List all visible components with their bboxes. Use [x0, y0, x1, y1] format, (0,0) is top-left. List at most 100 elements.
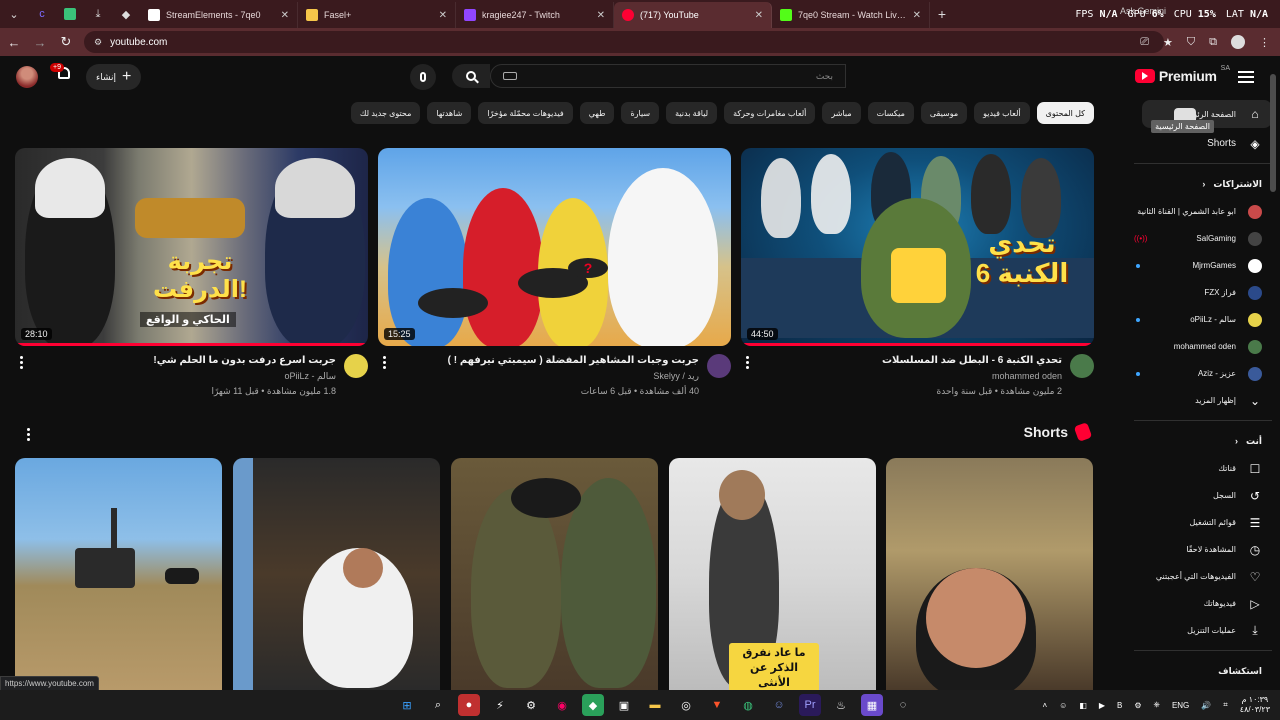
reload-icon[interactable]: ↻ [54, 30, 78, 54]
channel-avatar[interactable] [707, 354, 731, 378]
forward-arrow-icon[interactable]: → [28, 30, 52, 54]
pinned-tab-1[interactable]: c [28, 0, 56, 28]
sidebar-item-watch-later[interactable]: ◷ المشاهدة لاحقًا [1122, 536, 1272, 563]
tab-twitch[interactable]: kragiee247 - Twitch ✕ [456, 2, 614, 28]
chip[interactable]: سيارة [621, 102, 660, 124]
pinned-tab-4[interactable]: ◆ [112, 0, 140, 28]
close-icon[interactable]: ✕ [439, 10, 447, 21]
more-actions-icon[interactable] [745, 356, 749, 371]
tray-play-icon[interactable]: ▶ [1099, 701, 1105, 710]
app-circle-icon[interactable]: ◌ [892, 694, 914, 716]
sidebar-item-history[interactable]: ↺ السجل [1122, 482, 1272, 509]
tray-discord-icon[interactable]: ☺ [1059, 701, 1067, 710]
keyboard-icon[interactable] [503, 72, 517, 80]
sidebar-item-playlists[interactable]: ☰ قوائم التشغيل [1122, 509, 1272, 536]
close-icon[interactable]: ✕ [281, 10, 289, 21]
page-scrollbar[interactable] [1270, 66, 1278, 686]
tray-lock-icon[interactable]: ⎈ [1154, 700, 1160, 710]
windows-start-icon[interactable]: ⊞ [396, 694, 418, 716]
image-app-icon[interactable]: ▣ [613, 694, 635, 716]
sidebar-subscription[interactable]: فراز FZX [1122, 279, 1272, 306]
pinned-tab-2[interactable] [56, 0, 84, 28]
steam-icon[interactable]: ♨ [830, 694, 852, 716]
short-card[interactable] [886, 458, 1093, 690]
chip[interactable]: لياقة بدنية [666, 102, 718, 124]
sidebar-item-your-videos[interactable]: ▷ فيديوهاتك [1122, 590, 1272, 617]
discord-icon[interactable]: ☺ [768, 694, 790, 716]
chip[interactable]: ميكسات [867, 102, 914, 124]
tab-streamelements[interactable]: StreamElements - 7qe0 ✕ [140, 2, 298, 28]
sidebar-subscription[interactable]: SalGaming ((•)) [1122, 225, 1272, 252]
short-card[interactable] [451, 458, 658, 690]
notifications-bell-icon[interactable]: +9 [50, 63, 72, 85]
video-card[interactable]: تجربة الدرفت! الحاكي و الواقع 28:10 جربت… [15, 148, 368, 414]
extensions-icon[interactable]: ⧉ [1209, 36, 1217, 49]
tab-kick[interactable]: 7qe0 Stream - Watch Live on Kick ✕ [772, 2, 930, 28]
chip[interactable]: محتوى جديد لك [350, 102, 421, 124]
channel-name[interactable]: mohammed oden [992, 371, 1062, 381]
video-thumbnail[interactable]: تحدي الكنبة 6 44:50 [741, 148, 1094, 346]
chevron-up-icon[interactable]: ˄ [1042, 701, 1047, 710]
shorts-more-icon[interactable] [27, 428, 31, 443]
chip[interactable]: طهي [579, 102, 615, 124]
create-button[interactable]: إنشاء + [86, 64, 142, 90]
video-thumbnail[interactable]: ? 15:25 [378, 148, 731, 346]
short-card[interactable] [15, 458, 222, 690]
lightning-icon[interactable]: ⚡ [489, 694, 511, 716]
sidebar-item-shorts[interactable]: ◈ Shorts [1122, 130, 1272, 157]
search-input[interactable]: بحث [490, 64, 846, 88]
voice-search-button[interactable] [410, 64, 436, 90]
video-title[interactable]: جربت اسرع درفت بدون ما الحلم شي! [36, 354, 336, 368]
chip[interactable]: مباشر [822, 102, 861, 124]
scrollbar-thumb[interactable] [1270, 74, 1276, 192]
premiere-icon[interactable]: Pr [799, 694, 821, 716]
app-green-icon[interactable]: ◆ [582, 694, 604, 716]
channel-avatar[interactable] [1070, 354, 1094, 378]
language-indicator[interactable]: ENG [1172, 701, 1189, 710]
more-actions-icon[interactable] [382, 356, 386, 371]
sidebar-subscription[interactable]: سالم - oPiiLz [1122, 306, 1272, 333]
shield-icon[interactable]: ⛉ [1187, 36, 1195, 49]
site-info-icon[interactable]: ⚙ [94, 37, 102, 48]
close-icon[interactable]: ✕ [755, 10, 763, 21]
chip[interactable]: شاهدتها [427, 102, 472, 124]
video-thumbnail[interactable]: تجربة الدرفت! الحاكي و الواقع 28:10 [15, 148, 368, 346]
steam-overlay-icon[interactable]: ◎ [675, 694, 697, 716]
youtube-premium-logo[interactable]: Premium SA [1134, 65, 1230, 84]
video-card[interactable]: ? 15:25 جربت وجبات المشاهير المفضلة ( سي… [378, 148, 731, 414]
url-field[interactable]: ⚙ youtube.com [84, 31, 1164, 53]
tray-app-icon[interactable]: ◧ [1079, 701, 1087, 710]
video-title[interactable]: جربت وجبات المشاهير المفضلة ( سيمبتي نير… [399, 354, 699, 368]
hamburger-menu-icon[interactable] [1238, 68, 1254, 84]
sidebar-item-like[interactable]: ♡ الفيديوهات التي أعجبتني [1122, 563, 1272, 590]
tray-settings-icon[interactable]: ⚙ [1134, 701, 1141, 710]
sidebar-subscription[interactable]: عزيز - Aziz [1122, 360, 1272, 387]
bookmark-star-icon[interactable]: ★ [1163, 36, 1173, 49]
search-icon[interactable]: ⌕ [427, 694, 449, 716]
chip[interactable]: كل المحتوى [1036, 102, 1094, 124]
settings-icon[interactable]: ⚙ [520, 694, 542, 716]
sidebar-subscription[interactable]: ابو عابد الشمري | القناة الثانية [1122, 198, 1272, 225]
close-icon[interactable]: ✕ [597, 10, 605, 21]
chip[interactable]: ألعاب مغامرات وحركة [724, 102, 816, 124]
grid-app-icon[interactable]: ▦ [861, 694, 883, 716]
volume-icon[interactable]: 🔊 [1201, 701, 1211, 710]
tray-bold-icon[interactable]: B [1117, 701, 1122, 710]
obs-icon[interactable]: ● [458, 694, 480, 716]
search-button[interactable] [452, 64, 490, 88]
chip[interactable]: فيديوهات محمّلة مؤخرًا [478, 102, 573, 124]
sidebar-subscription[interactable]: MjrmGames [1122, 252, 1272, 279]
channel-avatar[interactable] [344, 354, 368, 378]
short-card[interactable] [233, 458, 440, 690]
sidebar-item-channel[interactable]: ☐ قناتك [1122, 455, 1272, 482]
clock[interactable]: ١٠:٣٩ م ٤٨/٠٣/٢٣ [1240, 695, 1270, 715]
you-heading[interactable]: أنت ‹ [1122, 427, 1272, 455]
sidebar-item-download[interactable]: ⤓ عمليات التنزيل [1122, 617, 1272, 644]
chip[interactable]: ألعاب فيديو [974, 102, 1030, 124]
more-actions-icon[interactable] [19, 356, 23, 371]
profile-avatar[interactable] [1231, 35, 1245, 49]
back-arrow-icon[interactable]: ← [2, 30, 26, 54]
file-explorer-icon[interactable]: ▬ [644, 694, 666, 716]
tab-youtube[interactable]: (717) YouTube ✕ [614, 2, 772, 28]
channel-name[interactable]: سالم - oPiiLz [284, 371, 336, 382]
